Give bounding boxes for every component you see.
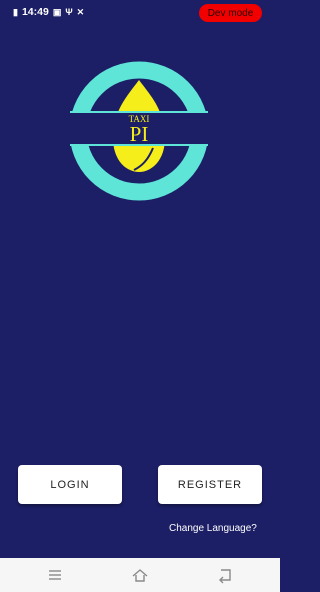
status-time: 14:49 xyxy=(21,6,49,18)
tools-icon: ✕ xyxy=(76,6,85,17)
dev-mode-badge: Dev mode xyxy=(199,4,262,22)
status-left: ▮ 14:49 ▣ Ψ ✕ xyxy=(13,6,84,18)
home-icon[interactable] xyxy=(131,566,149,584)
login-button[interactable]: LOGIN xyxy=(18,465,122,504)
back-icon[interactable] xyxy=(216,566,234,584)
app-logo: TAXI PI xyxy=(68,61,210,201)
usb-icon: Ψ xyxy=(65,6,73,17)
status-bar: ▮ 14:49 ▣ Ψ ✕ Dev mode xyxy=(0,0,280,26)
change-language-link[interactable]: Change Language? xyxy=(169,523,257,534)
sim-icon: ▮ xyxy=(13,6,18,17)
notification-badge-icon: ▣ xyxy=(52,6,62,17)
navigation-bar xyxy=(0,558,280,592)
register-button[interactable]: REGISTER xyxy=(158,465,262,504)
menu-icon[interactable] xyxy=(46,566,64,584)
logo-main-text: PI xyxy=(130,122,149,146)
